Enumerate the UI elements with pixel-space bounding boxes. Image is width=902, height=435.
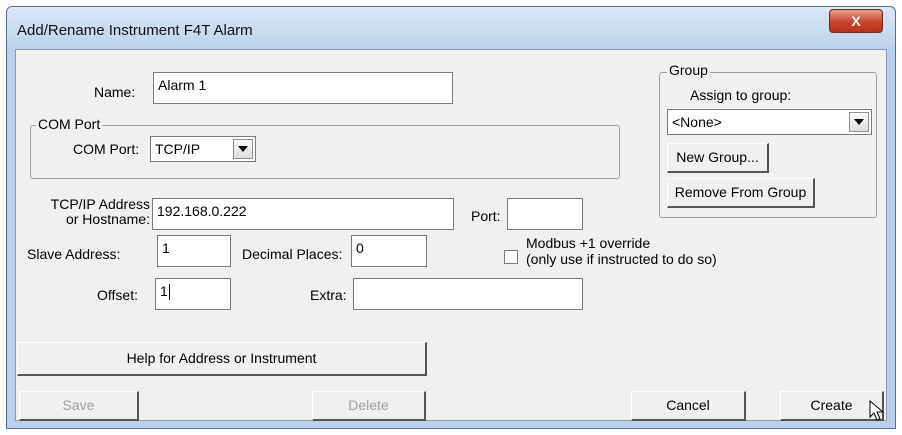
modbus-override-checkbox[interactable] xyxy=(504,250,518,264)
port-field[interactable] xyxy=(507,198,583,230)
tcpip-address-label: TCP/IP Address or Hostname: xyxy=(26,197,150,227)
decimal-places-label: Decimal Places: xyxy=(242,246,343,262)
tcpip-label-line2: or Hostname: xyxy=(65,211,150,227)
dialog-window: Add/Rename Instrument F4T Alarm X Name: … xyxy=(6,6,896,429)
chevron-down-icon[interactable] xyxy=(233,139,253,159)
com-port-dropdown[interactable]: TCP/IP xyxy=(150,136,256,162)
assign-to-group-label: Assign to group: xyxy=(690,87,792,103)
com-port-label: COM Port: xyxy=(73,141,140,157)
title-bar: Add/Rename Instrument F4T Alarm X xyxy=(7,7,895,49)
name-field-value: Alarm 1 xyxy=(158,77,207,93)
tcpip-label-line1: TCP/IP Address xyxy=(50,196,150,212)
modbus-line2: (only use if instructed to do so) xyxy=(526,251,717,267)
com-port-selected: TCP/IP xyxy=(155,141,201,157)
offset-label: Offset: xyxy=(97,287,138,303)
window-title: Add/Rename Instrument F4T Alarm xyxy=(17,22,253,39)
modbus-line1: Modbus +1 override xyxy=(526,235,651,251)
close-icon: X xyxy=(851,13,861,29)
mouse-pointer-icon xyxy=(869,400,885,421)
help-address-instrument-button[interactable]: Help for Address or Instrument xyxy=(17,342,427,376)
decimal-places-value: 0 xyxy=(356,240,364,256)
tcpip-address-value: 192.168.0.222 xyxy=(157,203,247,219)
chevron-down-icon[interactable] xyxy=(849,112,869,132)
slave-address-field[interactable]: 1 xyxy=(157,235,231,267)
extra-field[interactable] xyxy=(353,278,583,310)
decimal-places-field[interactable]: 0 xyxy=(351,235,427,267)
delete-button[interactable]: Delete xyxy=(312,391,426,421)
offset-field[interactable]: 1 xyxy=(155,278,231,310)
save-button[interactable]: Save xyxy=(19,391,139,421)
name-field[interactable]: Alarm 1 xyxy=(153,72,453,104)
modbus-override-label: Modbus +1 override (only use if instruct… xyxy=(526,235,717,267)
slave-address-value: 1 xyxy=(162,240,170,256)
extra-label: Extra: xyxy=(310,287,347,303)
new-group-button[interactable]: New Group... xyxy=(667,143,769,173)
assign-group-dropdown[interactable]: <None> xyxy=(667,109,872,135)
assign-group-selected: <None> xyxy=(672,114,722,130)
close-button[interactable]: X xyxy=(829,9,883,33)
remove-from-group-button[interactable]: Remove From Group xyxy=(667,178,815,208)
slave-address-label: Slave Address: xyxy=(27,246,121,262)
text-caret xyxy=(168,284,170,301)
port-label: Port: xyxy=(471,208,501,224)
com-port-group-legend: COM Port xyxy=(36,116,103,132)
tcpip-address-field[interactable]: 192.168.0.222 xyxy=(152,198,454,230)
dialog-client-area: Name: Alarm 1 COM Port COM Port: TCP/IP … xyxy=(15,49,887,421)
cancel-button[interactable]: Cancel xyxy=(631,391,746,421)
offset-value: 1 xyxy=(160,283,168,299)
group-legend: Group xyxy=(667,62,710,78)
create-button-label: Create xyxy=(810,397,853,413)
name-label: Name: xyxy=(94,84,136,100)
